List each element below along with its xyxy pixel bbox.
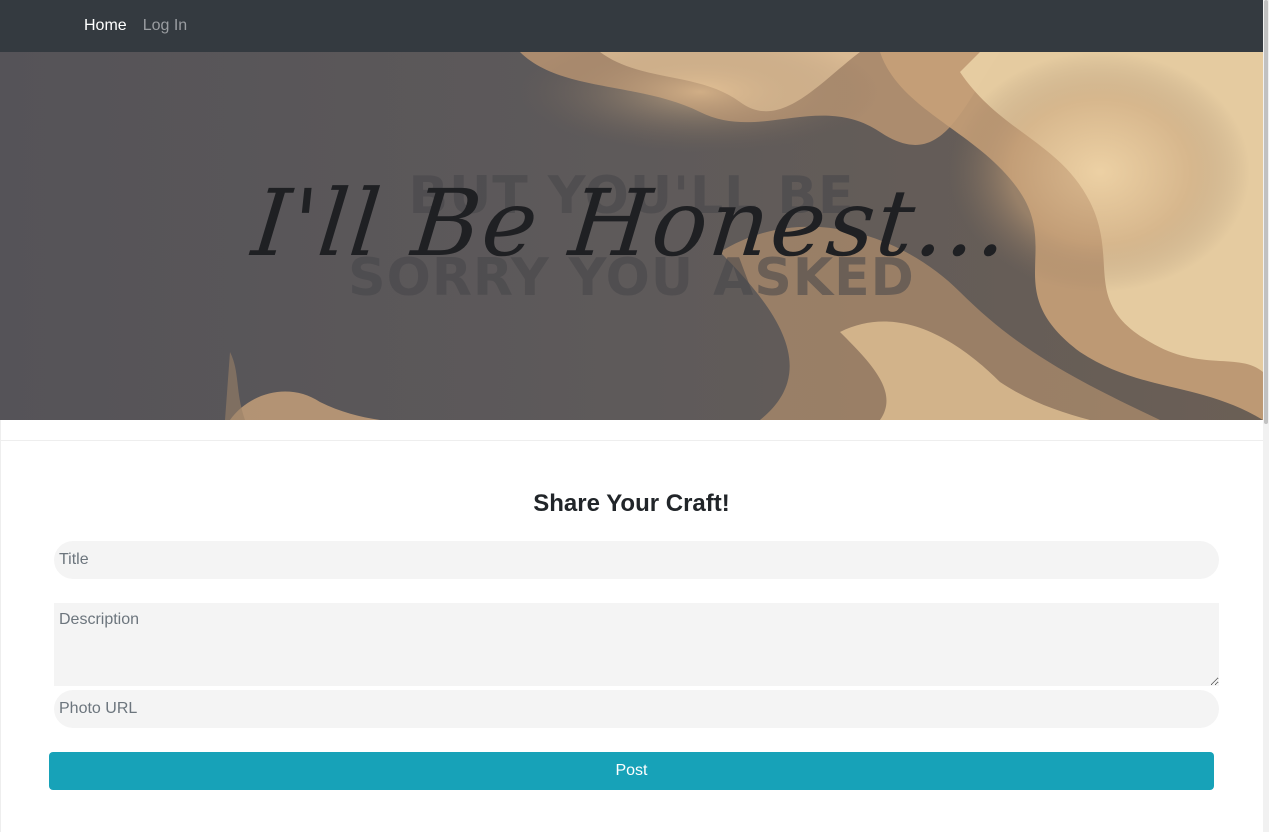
- hero-title: I'll Be Honest...: [247, 170, 1016, 277]
- post-button[interactable]: Post: [49, 752, 1214, 790]
- form-heading: Share Your Craft!: [533, 490, 730, 517]
- navbar: Home Log In: [0, 0, 1265, 52]
- photo-url-input[interactable]: [54, 690, 1219, 728]
- title-input[interactable]: [54, 541, 1219, 579]
- description-textarea[interactable]: [54, 603, 1219, 686]
- hero-banner: BUT YOU'LL BE SORRY YOU ASKED I'll Be Ho…: [0, 52, 1263, 420]
- container-border: [0, 420, 1, 832]
- nav-login-link[interactable]: Log In: [143, 17, 187, 35]
- scrollbar[interactable]: [1263, 0, 1269, 832]
- section-divider: [0, 440, 1263, 441]
- scrollbar-thumb[interactable]: [1264, 0, 1268, 424]
- nav-home-link[interactable]: Home: [84, 17, 127, 35]
